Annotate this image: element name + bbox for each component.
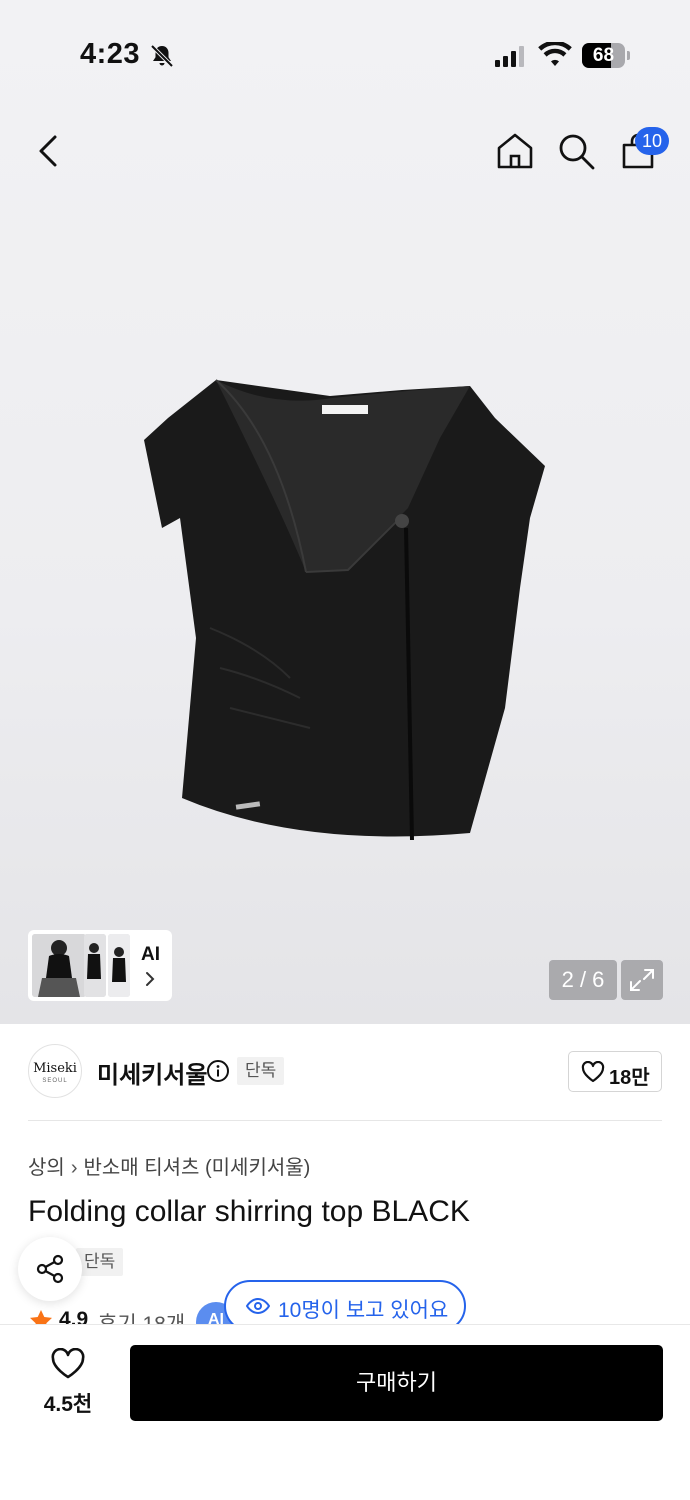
like-count: 4.5천	[43, 1393, 93, 1416]
ai-thumbnail-2	[84, 934, 106, 997]
brand-name[interactable]: 미세키서울	[97, 1055, 207, 1090]
battery-indicator: 68	[582, 43, 630, 68]
heart-icon[interactable]	[50, 1348, 86, 1380]
eye-icon	[246, 1297, 270, 1315]
image-counter: 2 / 6	[549, 960, 617, 1000]
brand-logo-text: Miseki	[33, 1061, 77, 1076]
info-icon[interactable]	[206, 1059, 230, 1083]
heart-icon	[581, 1061, 605, 1083]
cellular-signal-icon	[495, 46, 524, 67]
cart-count-badge: 10	[635, 127, 669, 155]
ai-thumbnail-1	[32, 934, 86, 997]
product-exclusive-tag: 단독	[76, 1248, 124, 1276]
exclusive-tag: 단독	[237, 1057, 285, 1085]
ai-label: AI	[141, 944, 160, 965]
divider	[28, 1120, 662, 1121]
home-icon[interactable]	[495, 131, 535, 171]
brand-like-count: 18만	[609, 1067, 650, 1089]
buy-button[interactable]: 구매하기	[130, 1345, 663, 1421]
breadcrumb-category[interactable]: 상의	[28, 1157, 65, 1179]
battery-percent: 68	[592, 45, 615, 66]
brand-like-button[interactable]: 18만	[568, 1051, 662, 1092]
ai-styling-card[interactable]: AI	[28, 930, 172, 1001]
status-time: 4:23	[80, 38, 141, 70]
breadcrumb: 상의 › 반소매 티셔츠 (미세키서울)	[28, 1151, 310, 1180]
expand-image-button[interactable]	[621, 960, 663, 1000]
brand-logo[interactable]: Miseki SEOUL	[28, 1044, 82, 1098]
search-icon[interactable]	[556, 131, 596, 171]
product-image[interactable]	[140, 378, 550, 848]
product-title: Folding collar shirring top BLACK	[28, 1195, 470, 1228]
ai-thumbnail-3	[108, 934, 130, 997]
breadcrumb-subcategory[interactable]: 반소매 티셔츠 (미세키서울)	[83, 1157, 310, 1179]
viewers-text: 10명이 보고 있어요	[278, 1299, 449, 1322]
back-icon[interactable]	[30, 130, 70, 172]
wifi-icon	[538, 42, 572, 66]
chevron-right-icon	[146, 972, 155, 986]
chevron-right-icon: ›	[70, 1157, 78, 1179]
brand-logo-subtext: SEOUL	[42, 1078, 68, 1084]
bell-muted-icon	[150, 44, 174, 68]
share-button[interactable]	[18, 1237, 82, 1301]
share-icon	[36, 1254, 64, 1284]
expand-icon	[630, 969, 654, 991]
